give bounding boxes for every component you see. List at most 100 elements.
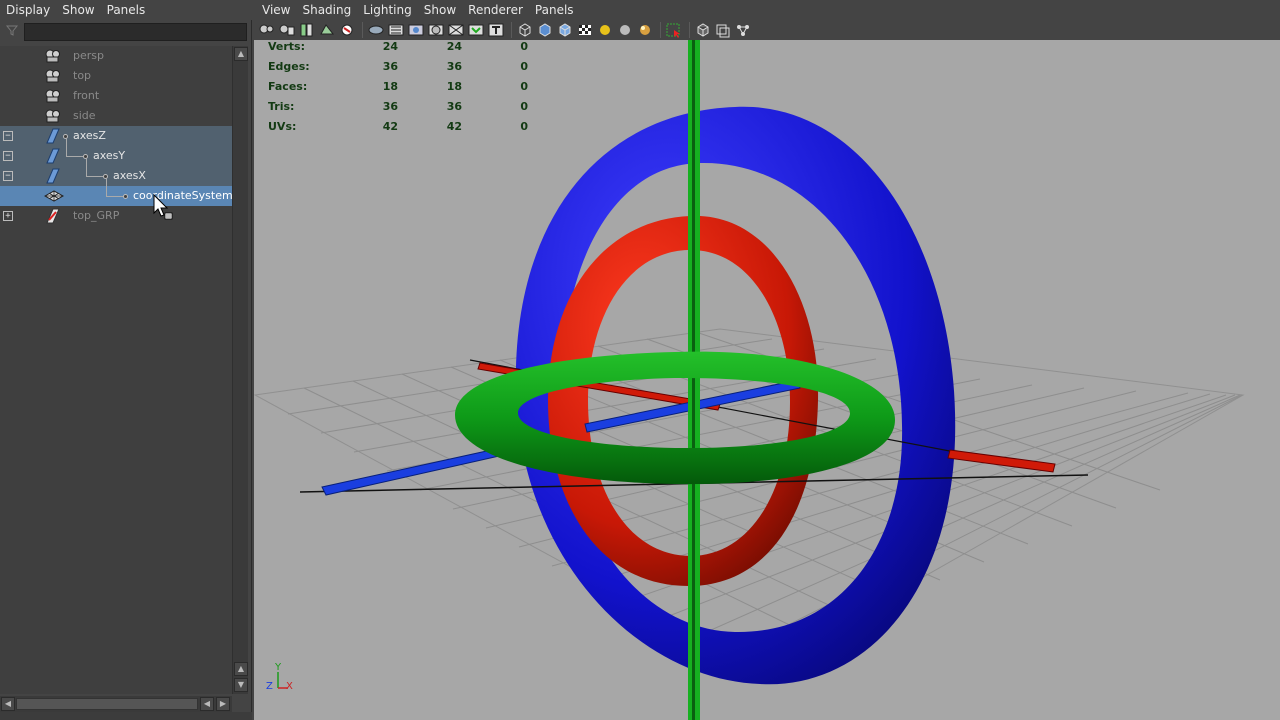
menu-renderer[interactable]: Renderer: [462, 0, 529, 20]
smooth-shade-icon[interactable]: [536, 22, 554, 38]
hud-value: 36: [382, 100, 398, 113]
tree-connector: [86, 158, 103, 177]
camera-icon: [44, 108, 62, 124]
field-chart-icon[interactable]: [427, 22, 445, 38]
hud-value: 24: [446, 40, 462, 53]
outliner-search-input[interactable]: [24, 23, 247, 41]
camera-icon: [44, 88, 62, 104]
gate-mask-icon[interactable]: [407, 22, 425, 38]
panel-resize-handle[interactable]: [0, 712, 252, 720]
menu-lighting[interactable]: Lighting: [357, 0, 418, 20]
menu-show[interactable]: Show: [56, 0, 100, 20]
texture-icon[interactable]: [576, 22, 594, 38]
hud-label: Verts:: [268, 40, 306, 53]
mouse-cursor-icon: [152, 193, 174, 223]
hud-value: 36: [382, 60, 398, 73]
hud-label: UVs:: [268, 120, 297, 133]
outliner-item-top_GRP[interactable]: + top_GRP: [0, 206, 232, 226]
menu-show[interactable]: Show: [418, 0, 462, 20]
hud-value: 18: [446, 80, 462, 93]
gizmo-z-label: Z: [266, 681, 273, 692]
hud-value: 0: [520, 120, 528, 133]
outliner-filter-row: [0, 21, 252, 43]
use-all-lights-icon[interactable]: [596, 22, 614, 38]
outliner-horizontal-scrollbar[interactable]: ◀ ◀ ▶: [0, 696, 232, 712]
image-plane-icon[interactable]: [318, 22, 336, 38]
xray-joints-icon[interactable]: [714, 22, 732, 38]
resolution-gate-icon[interactable]: [387, 22, 405, 38]
isolate-select-icon[interactable]: [665, 22, 683, 38]
default-material-icon[interactable]: [556, 22, 574, 38]
bookmark-icon[interactable]: [298, 22, 316, 38]
hud-value: 36: [446, 60, 462, 73]
view-axis-gizmo-icon: Y Z X: [264, 662, 304, 704]
viewport-panel: View Shading Lighting Show Renderer Pane…: [254, 0, 1280, 720]
high-quality-icon[interactable]: [636, 22, 654, 38]
menu-shading[interactable]: Shading: [296, 0, 357, 20]
camera-attr-icon[interactable]: [278, 22, 296, 38]
expand-toggle[interactable]: +: [3, 211, 13, 221]
safe-title-icon[interactable]: [467, 22, 485, 38]
tree-connector: [106, 178, 123, 197]
3d-viewport[interactable]: Verts: 24 24 0 Edges: 36 36 0 Faces: 18 …: [254, 40, 1280, 720]
camera-icon: [44, 68, 62, 84]
outliner-item-side[interactable]: side: [0, 106, 232, 126]
toolbar-separator: [511, 22, 512, 38]
xray-components-icon[interactable]: [734, 22, 752, 38]
text-gate-icon[interactable]: [487, 22, 505, 38]
scroll-left-icon[interactable]: ◀: [1, 697, 15, 711]
outliner-item-axesY[interactable]: − axesY: [0, 138, 232, 166]
gizmo-y-label: Y: [275, 662, 282, 673]
outliner-item-label: coordinateSystem: [133, 189, 233, 202]
collapse-toggle[interactable]: −: [3, 171, 13, 181]
xray-icon[interactable]: [694, 22, 712, 38]
outliner-item-label: persp: [73, 49, 104, 62]
scroll-up-icon[interactable]: ▲: [234, 662, 248, 676]
group-icon: [44, 208, 62, 224]
hud-value: 36: [446, 100, 462, 113]
scroll-left-icon[interactable]: ◀: [200, 697, 214, 711]
camera-icon: [44, 48, 62, 64]
scroll-down-icon[interactable]: ▼: [234, 678, 248, 692]
hud-value: 18: [382, 80, 398, 93]
outliner-item-label: front: [73, 89, 100, 102]
collapse-toggle[interactable]: −: [3, 151, 13, 161]
film-gate-icon[interactable]: [367, 22, 385, 38]
menu-panels[interactable]: Panels: [101, 0, 152, 20]
outliner-item-persp[interactable]: persp: [0, 46, 232, 66]
outliner-vertical-scrollbar[interactable]: ▲ ▲ ▼: [232, 46, 248, 694]
collapse-toggle[interactable]: −: [3, 131, 13, 141]
hud-value: 42: [382, 120, 398, 133]
outliner-item-label: side: [73, 109, 96, 122]
outliner-item-front[interactable]: front: [0, 86, 232, 106]
outliner-item-axesZ[interactable]: − axesZ: [0, 126, 232, 146]
scroll-up-icon[interactable]: ▲: [234, 47, 248, 61]
hud-value: 0: [520, 80, 528, 93]
filter-icon[interactable]: [3, 23, 21, 41]
scroll-right-icon[interactable]: ▶: [216, 697, 230, 711]
safe-action-icon[interactable]: [447, 22, 465, 38]
tree-connector: [66, 138, 83, 157]
hud-value: 0: [520, 40, 528, 53]
transform-icon: [44, 148, 62, 164]
outliner-menubar: Display Show Panels: [0, 0, 252, 20]
menu-view[interactable]: View: [256, 0, 296, 20]
toolbar-separator: [362, 22, 363, 38]
menu-panels[interactable]: Panels: [529, 0, 580, 20]
transform-icon: [44, 168, 62, 184]
select-camera-icon[interactable]: [258, 22, 276, 38]
outliner-list: persp top front side − axesZ − axesY − a…: [0, 46, 233, 694]
wireframe-icon[interactable]: [516, 22, 534, 38]
outliner-item-coordinateSystem[interactable]: coordinateSystem: [0, 178, 233, 206]
hud-value: 0: [520, 60, 528, 73]
menu-display[interactable]: Display: [0, 0, 56, 20]
grid-icon[interactable]: [338, 22, 356, 38]
gizmo-x-label: X: [286, 681, 293, 692]
hud-value: 42: [446, 120, 462, 133]
hud-label: Edges:: [268, 60, 310, 73]
scrollbar-thumb[interactable]: [16, 698, 198, 710]
viewport-toolbar: [254, 20, 1280, 40]
outliner-item-top[interactable]: top: [0, 66, 232, 86]
shadows-icon[interactable]: [616, 22, 634, 38]
hud-label: Tris:: [268, 100, 295, 113]
